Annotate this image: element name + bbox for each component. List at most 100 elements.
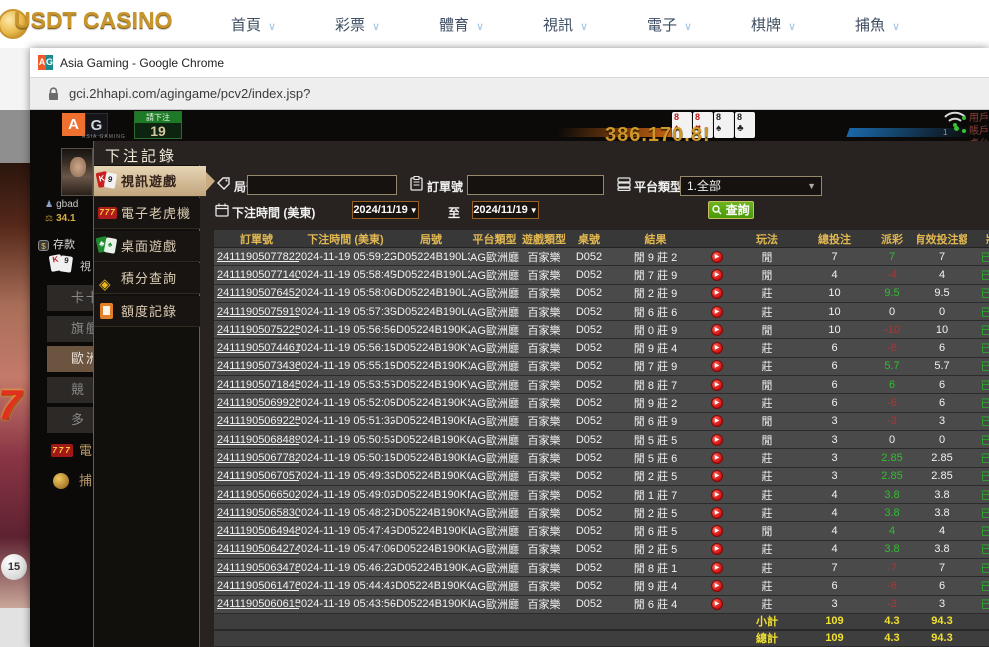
cell-play: 閒 <box>732 321 802 338</box>
play-video-icon[interactable] <box>711 342 723 354</box>
play-video-icon[interactable] <box>711 562 723 574</box>
cell-game: 百家樂 <box>519 303 569 320</box>
nav-item-0[interactable]: 首頁∨ <box>231 14 335 35</box>
sidebar-item-4[interactable]: 額度記錄 <box>94 296 200 327</box>
nav-item-6[interactable]: 捕魚∨ <box>855 14 959 35</box>
cell-platform: AG歐洲廳 <box>470 522 519 539</box>
cell-play: 閒 <box>732 413 802 430</box>
order-number-link[interactable]: 241119050677823 <box>217 452 299 464</box>
play-video-icon[interactable] <box>711 598 723 610</box>
cell-bet: 4 <box>802 541 867 558</box>
order-number-link[interactable]: 241119050658304 <box>217 507 299 519</box>
cell-order: 241119050692252 <box>214 413 299 430</box>
chevron-down-icon: ∨ <box>788 21 796 33</box>
table-row: 2411190507591912024-11-19 05:57:35GD0522… <box>214 303 989 321</box>
address-bar[interactable]: gci.2hhapi.com/agingame/pcv2/index.jsp? <box>30 77 989 110</box>
play-video-icon[interactable] <box>711 397 723 409</box>
cell-time: 2024-11-19 05:43:56 <box>299 596 392 613</box>
window-titlebar[interactable]: AG Asia Gaming - Google Chrome <box>30 48 989 77</box>
play-video-icon[interactable] <box>711 489 723 501</box>
order-number-link[interactable]: 241119050634788 <box>217 562 299 574</box>
nav-item-5[interactable]: 棋牌∨ <box>751 14 855 35</box>
cell-order: 241119050634788 <box>214 559 299 576</box>
order-number-link[interactable]: 241119050649485 <box>217 525 299 537</box>
order-input[interactable] <box>467 175 604 195</box>
order-number-link[interactable]: 241119050778220 <box>217 251 299 263</box>
platform-select[interactable]: 1.全部▼ <box>680 176 822 196</box>
play-video-icon[interactable] <box>711 379 723 391</box>
search-button[interactable]: 查詢 <box>708 201 754 219</box>
cell-play: 莊 <box>732 394 802 411</box>
dropdown-arrow-icon: ▼ <box>530 206 538 215</box>
date-to-picker[interactable]: 2024/11/19▼ <box>472 201 539 219</box>
date-from-picker[interactable]: 2024/11/19▼ <box>352 201 419 219</box>
order-number-link[interactable]: 241119050764526 <box>217 287 299 299</box>
order-number-link[interactable]: 241119050692252 <box>217 415 299 427</box>
slots-777-icon: 777 <box>97 203 118 223</box>
cell-status: 已派彩 <box>967 486 989 503</box>
play-video-icon[interactable] <box>711 287 723 299</box>
round-input[interactable] <box>247 175 397 195</box>
order-number-link[interactable]: 241119050759191 <box>217 306 299 318</box>
cell-bet: 4 <box>802 504 867 521</box>
cell-bet: 10 <box>802 303 867 320</box>
cell-result: 閒 8 莊 1 <box>609 559 702 576</box>
footer-cell-platform <box>470 614 519 629</box>
order-number-link[interactable]: 241119050744612 <box>217 342 299 354</box>
cell-status: 已派彩 <box>967 285 989 302</box>
sidebar-item-3[interactable]: ◈積分查詢 <box>94 263 200 294</box>
cell-game: 百家樂 <box>519 376 569 393</box>
cell-play: 莊 <box>732 577 802 594</box>
order-number-link[interactable]: 241119050670570 <box>217 470 299 482</box>
footer-cell-icon <box>702 614 732 629</box>
order-number-link[interactable]: 241119050771408 <box>217 269 299 281</box>
play-video-icon[interactable] <box>711 470 723 482</box>
play-video-icon[interactable] <box>711 452 723 464</box>
cell-icon <box>702 431 732 448</box>
cell-status: 已派彩 <box>967 468 989 485</box>
play-video-icon[interactable] <box>711 434 723 446</box>
order-number-link[interactable]: 241119050642745 <box>217 543 299 555</box>
cell-payout: -6 <box>867 339 917 356</box>
order-number-link[interactable]: 241119050699288 <box>217 397 299 409</box>
order-number-link[interactable]: 241119050752255 <box>217 324 299 336</box>
order-number-link[interactable]: 241119050614768 <box>217 580 299 592</box>
cell-game: 百家樂 <box>519 339 569 356</box>
play-video-icon[interactable] <box>711 324 723 336</box>
nav-item-1[interactable]: 彩票∨ <box>335 14 439 35</box>
cell-time: 2024-11-19 05:57:35 <box>299 303 392 320</box>
play-video-icon[interactable] <box>711 251 723 263</box>
cell-bet: 3 <box>802 596 867 613</box>
play-video-icon[interactable] <box>711 269 723 281</box>
table-row: 2411190507184572024-11-19 05:53:57GD0522… <box>214 376 989 394</box>
order-number-link[interactable]: 241119050606154 <box>217 598 299 610</box>
green-dot-icon <box>962 129 966 133</box>
cell-play: 莊 <box>732 303 802 320</box>
order-number-link[interactable]: 241119050684899 <box>217 434 299 446</box>
play-video-icon[interactable] <box>711 360 723 372</box>
footer-cell-payout: 4.3 <box>867 614 917 629</box>
cell-round: GD05224B190KO <box>392 468 470 485</box>
order-number-link[interactable]: 241119050734360 <box>217 360 299 372</box>
cell-status: 已派彩 <box>967 376 989 393</box>
play-video-icon[interactable] <box>711 543 723 555</box>
play-video-icon[interactable] <box>711 507 723 519</box>
cell-order: 241119050642745 <box>214 541 299 558</box>
play-video-icon[interactable] <box>711 415 723 427</box>
cell-platform: AG歐洲廳 <box>470 321 519 338</box>
cell-play: 莊 <box>732 596 802 613</box>
play-video-icon[interactable] <box>711 306 723 318</box>
nav-item-4[interactable]: 電子∨ <box>647 14 751 35</box>
sidebar-item-0[interactable]: K9視訊遊戲 <box>94 166 206 197</box>
nav-item-2[interactable]: 體育∨ <box>439 14 543 35</box>
order-number-link[interactable]: 241119050665026 <box>217 489 299 501</box>
order-number-link[interactable]: 241119050718457 <box>217 379 299 391</box>
play-video-icon[interactable] <box>711 580 723 592</box>
play-video-icon[interactable] <box>711 525 723 537</box>
nav-item-3[interactable]: 視訊∨ <box>543 14 647 35</box>
order-filter-label: 訂單號 <box>427 178 463 195</box>
cell-status: 已派彩 <box>967 321 989 338</box>
sidebar-item-2[interactable]: ♣♠桌面遊戲 <box>94 231 200 262</box>
sidebar-item-1[interactable]: 777電子老虎機 <box>94 198 200 229</box>
user-icon: ♟ <box>45 199 53 209</box>
